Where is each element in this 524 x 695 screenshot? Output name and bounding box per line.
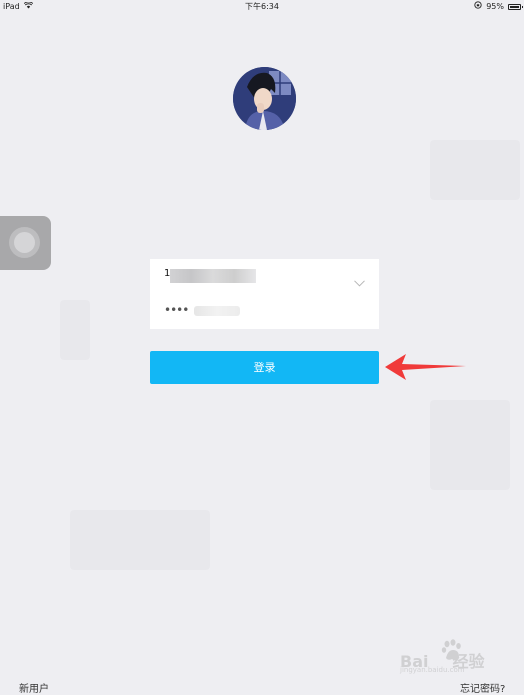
annotation-arrow-icon xyxy=(384,352,468,382)
background-ghost xyxy=(60,300,90,360)
status-bar: iPad 下午6:34 95% xyxy=(0,0,524,14)
baidu-watermark: Bai 经验 jingyan.baidu.com xyxy=(400,638,512,678)
login-button[interactable]: 登录 xyxy=(150,351,379,384)
password-field[interactable]: •••• xyxy=(150,294,379,329)
avatar[interactable] xyxy=(233,67,296,130)
background-ghost xyxy=(430,400,510,490)
status-time: 下午6:34 xyxy=(245,2,279,11)
assistive-touch-button[interactable] xyxy=(0,216,51,270)
password-input-value: •••• xyxy=(164,303,189,317)
account-field[interactable]: 1 xyxy=(150,259,379,294)
orientation-lock-icon xyxy=(474,0,482,14)
battery-percent: 95% xyxy=(486,2,504,11)
account-redaction-blur xyxy=(170,269,256,283)
background-ghost xyxy=(430,140,520,200)
battery-fill xyxy=(510,6,519,8)
assistive-touch-inner-ring xyxy=(14,232,35,253)
password-redaction-blur xyxy=(194,306,240,316)
login-form: 1 •••• xyxy=(150,259,379,329)
watermark-url: jingyan.baidu.com xyxy=(400,666,465,674)
background-ghost xyxy=(70,510,210,570)
status-right: 95% xyxy=(474,0,523,14)
chevron-down-icon[interactable] xyxy=(354,272,365,287)
battery-icon xyxy=(508,4,523,10)
